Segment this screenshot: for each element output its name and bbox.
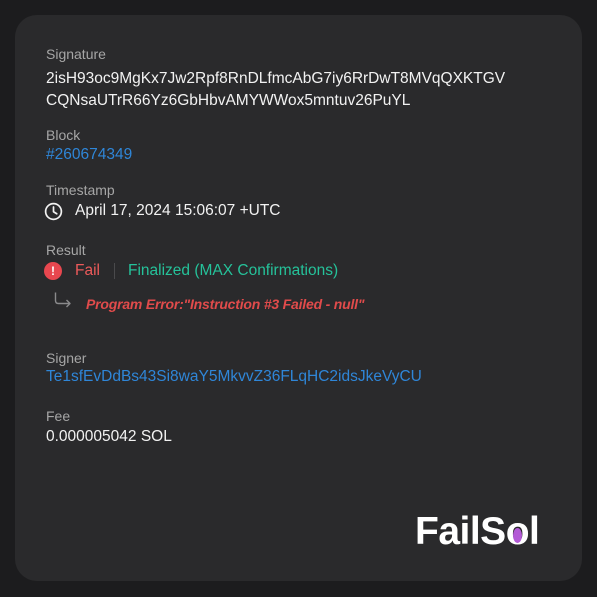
signer-link[interactable]: Te1sfEvDdBs43Si8waY5MkvvZ36FLqHC2idsJkeV… (46, 367, 422, 387)
timestamp-label: Timestamp (46, 182, 115, 198)
clock-icon (44, 202, 63, 221)
signature-value-line2: CQNsaUTrR66Yz6GbHbvAMYWWox5mntuv26PuYL (46, 92, 411, 109)
logo-accent-dot (512, 527, 522, 543)
status-divider (113, 263, 115, 279)
error-message: Program Error:"Instruction #3 Failed - n… (86, 296, 365, 312)
fee-label: Fee (46, 408, 71, 424)
block-link[interactable]: #260674349 (46, 145, 132, 165)
fee-value: 0.000005042 SOL (46, 428, 172, 445)
block-label: Block (46, 127, 81, 143)
error-row: Program Error:"Instruction #3 Failed - n… (53, 291, 364, 312)
result-label: Result (46, 242, 86, 258)
return-arrow-icon (53, 291, 73, 311)
exclamation-icon: ! (44, 262, 62, 280)
timestamp-value: April 17, 2024 15:06:07 +UTC (75, 202, 281, 219)
failsol-logo: FailSol (415, 510, 540, 553)
result-confirmation: Finalized (MAX Confirmations) (127, 262, 339, 279)
signer-label: Signer (46, 350, 87, 366)
signature-value-line1: 2isH93oc9MgKx7Jw2Rpf8RnDLfmcAbG7iy6RrDwT… (46, 70, 506, 87)
timestamp-row: April 17, 2024 15:06:07 +UTC (44, 200, 281, 222)
signature-label: Signature (46, 46, 106, 62)
result-status: Fail (75, 262, 100, 279)
transaction-card: Signature 2isH93oc9MgKx7Jw2Rpf8RnDLfmcAb… (15, 15, 582, 581)
result-row: ! Fail Finalized (MAX Confirmations) (44, 260, 338, 282)
